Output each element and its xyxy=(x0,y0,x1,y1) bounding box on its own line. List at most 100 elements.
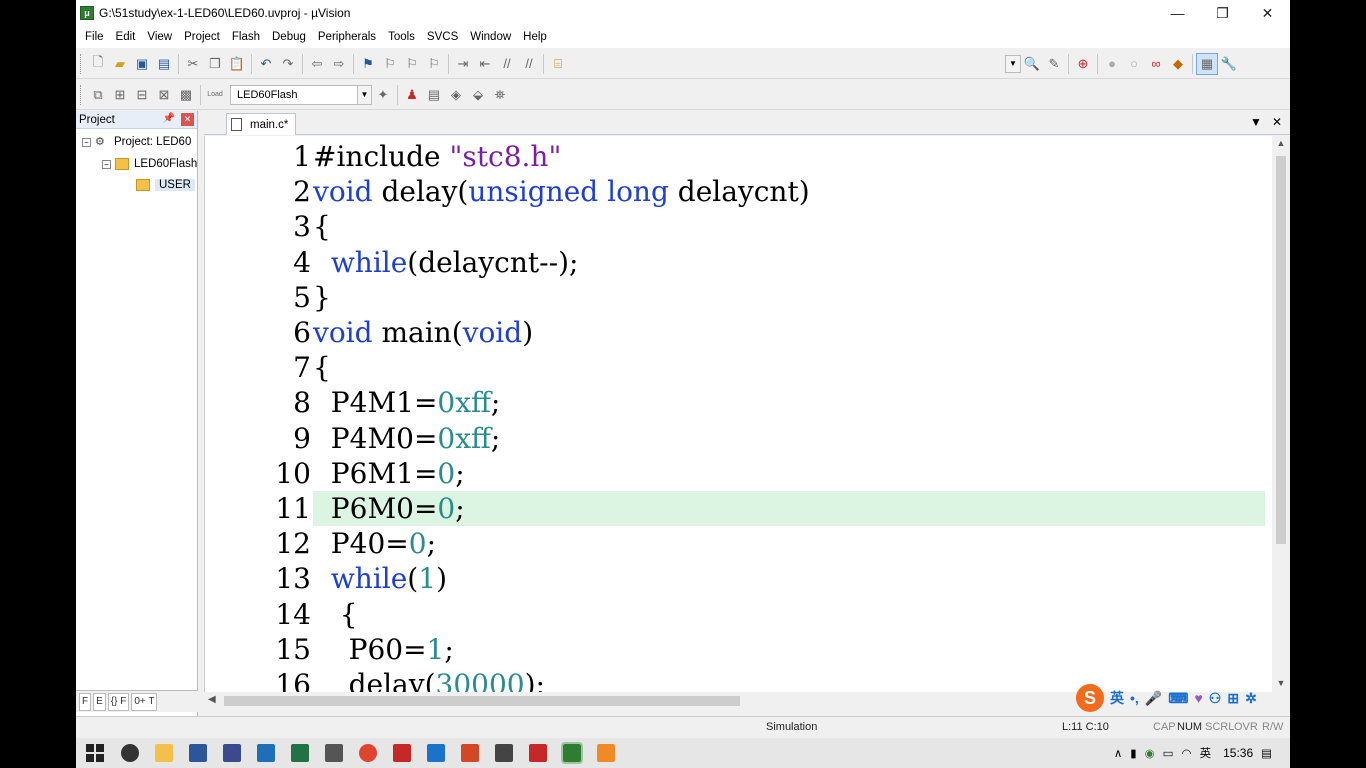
bookmark-prev-icon[interactable]: ⚐ xyxy=(379,53,401,75)
unindent-icon[interactable]: ⇤ xyxy=(474,53,496,75)
chrome-icon[interactable] xyxy=(359,744,377,762)
editor-vscrollbar[interactable]: ▲ ▼ xyxy=(1272,136,1290,692)
download-icon[interactable]: Load xyxy=(204,84,226,106)
nav-forward-icon[interactable]: ⇨ xyxy=(328,53,350,75)
tool-app-icon[interactable] xyxy=(495,744,513,762)
close-tab-icon[interactable]: ✕ xyxy=(1272,115,1282,129)
menu-file[interactable]: File xyxy=(79,31,110,43)
windows-start-icon[interactable] xyxy=(86,744,104,762)
code-text[interactable]: P4M1=0xff; xyxy=(313,385,1265,420)
tray-expand-icon[interactable]: ∧ xyxy=(1114,746,1122,760)
code-text[interactable]: P4M0=0xff; xyxy=(313,421,1265,456)
tab-functions[interactable]: {} F xyxy=(107,692,130,711)
menu-flash[interactable]: Flash xyxy=(226,31,266,43)
file-explorer-icon[interactable] xyxy=(155,744,173,762)
code-text[interactable]: { xyxy=(313,209,1265,244)
network-app-icon[interactable] xyxy=(393,744,411,762)
photos-icon[interactable] xyxy=(427,744,445,762)
code-line[interactable]: 9 P4M0=0xff; xyxy=(205,421,1272,456)
code-line[interactable]: 2 void delay(unsigned long delaycnt) xyxy=(205,174,1272,209)
paste-icon[interactable]: 📋 xyxy=(226,53,248,75)
breakpoint-kill-all-icon[interactable]: ◆ xyxy=(1167,53,1189,75)
find-in-files-icon[interactable]: ⌸ xyxy=(547,53,569,75)
nav-back-icon[interactable]: ⇦ xyxy=(306,53,328,75)
tab-main-c[interactable]: main.c* xyxy=(226,113,296,135)
breakpoint-disable-all-icon[interactable]: ∞ xyxy=(1145,53,1167,75)
menu-view[interactable]: View xyxy=(141,31,178,43)
code-text[interactable]: void delay(unsigned long delaycnt) xyxy=(313,174,1265,209)
open-folder-icon[interactable]: ▰ xyxy=(109,53,131,75)
save-all-icon[interactable]: ▤ xyxy=(153,53,175,75)
file-extensions-icon[interactable]: ♟ xyxy=(401,84,423,106)
code-text[interactable]: { xyxy=(313,350,1265,385)
restore-button[interactable]: ❐ xyxy=(1200,0,1245,26)
code-line[interactable]: 5} xyxy=(205,280,1272,315)
breakpoint-disable-icon[interactable]: ○ xyxy=(1123,53,1145,75)
toolbar-grip[interactable] xyxy=(80,84,83,105)
ime-language[interactable]: 英 xyxy=(1110,688,1124,708)
battery-icon[interactable]: ▭ xyxy=(1163,746,1174,760)
hscroll-thumb[interactable] xyxy=(224,696,740,706)
media-app-icon[interactable] xyxy=(597,744,615,762)
code-line[interactable]: 12 P40=0; xyxy=(205,526,1272,561)
menu-tools[interactable]: Tools xyxy=(382,31,421,43)
toolbar-grip[interactable] xyxy=(80,53,83,74)
menu-window[interactable]: Window xyxy=(464,31,517,43)
excel-icon[interactable] xyxy=(291,744,309,762)
code-line[interactable]: 1 #include "stc8.h" xyxy=(205,139,1272,174)
menu-help[interactable]: Help xyxy=(517,31,553,43)
serial-app-icon[interactable] xyxy=(529,744,547,762)
menu-peripherals[interactable]: Peripherals xyxy=(312,31,382,43)
pack-installer-icon[interactable]: ⛯ xyxy=(489,84,511,106)
target-select[interactable]: LED60Flash ▼ xyxy=(230,84,372,105)
code-line[interactable]: 7{ xyxy=(205,350,1272,385)
code-line[interactable]: 13 while(1) xyxy=(205,561,1272,596)
collapse-icon[interactable]: − xyxy=(102,159,111,169)
pin-icon[interactable]: 📌 xyxy=(163,113,175,124)
code-text[interactable]: P6M1=0; xyxy=(313,456,1265,491)
tab-list-icon[interactable]: ▼ xyxy=(1250,115,1262,129)
sogou-taskbar-icon[interactable] xyxy=(121,744,139,762)
manage-components-icon[interactable]: ▤ xyxy=(423,84,445,106)
configure-icon[interactable]: 🔧 xyxy=(1218,53,1240,75)
close-button[interactable]: ✕ xyxy=(1245,0,1290,26)
notifications-icon[interactable]: ▤ xyxy=(1261,746,1272,760)
bookmark-toggle-icon[interactable]: ⚑ xyxy=(357,53,379,75)
scroll-up-icon[interactable]: ▲ xyxy=(1275,138,1287,150)
ime-punctuation[interactable]: •, xyxy=(1130,690,1139,706)
usb-icon[interactable]: ▮ xyxy=(1130,746,1136,760)
find-icon[interactable]: 🔍 xyxy=(1021,53,1043,75)
code-line[interactable]: 6 void main(void) xyxy=(205,315,1272,350)
microphone-icon[interactable]: 🎤 xyxy=(1145,690,1162,707)
breakpoint-insert-icon[interactable]: ● xyxy=(1101,53,1123,75)
tab-books[interactable]: E xyxy=(93,692,106,711)
menu-project[interactable]: Project xyxy=(178,31,226,43)
toolbox-icon[interactable]: ⚇ xyxy=(1209,690,1222,707)
batch-build-icon[interactable]: ⊠ xyxy=(153,84,175,106)
menu-edit[interactable]: Edit xyxy=(110,31,142,43)
word-icon[interactable] xyxy=(189,744,207,762)
powerpoint-icon[interactable] xyxy=(461,744,479,762)
uvision-taskbar-icon[interactable] xyxy=(561,742,583,764)
code-text[interactable]: { xyxy=(313,597,1265,632)
code-line[interactable]: 15 P60=1; xyxy=(205,632,1272,667)
new-file-icon[interactable]: 🗋 xyxy=(87,53,109,75)
tab-templates[interactable]: 0+ T xyxy=(131,692,158,711)
uncomment-icon[interactable]: // xyxy=(518,53,540,75)
document-app-icon[interactable] xyxy=(223,744,241,762)
build-icon[interactable]: ⊞ xyxy=(109,84,131,106)
code-line[interactable]: 3{ xyxy=(205,209,1272,244)
grid-icon[interactable]: ⊞ xyxy=(1227,690,1239,707)
tab-project[interactable]: F xyxy=(79,692,92,711)
copy-icon[interactable]: ❐ xyxy=(204,53,226,75)
taskbar-clock[interactable]: 15:36 xyxy=(1223,746,1253,760)
menu-debug[interactable]: Debug xyxy=(266,31,312,43)
indent-icon[interactable]: ⇥ xyxy=(452,53,474,75)
close-icon[interactable]: ✕ xyxy=(181,113,194,126)
code-text[interactable]: P6M0=0; xyxy=(313,491,1265,526)
tree-target[interactable]: − LED60Flash xyxy=(102,155,197,173)
code-editor[interactable]: 1 #include "stc8.h" 2 void delay(unsigned l… xyxy=(204,136,1272,692)
undo-icon[interactable]: ↶ xyxy=(255,53,277,75)
collapse-icon[interactable]: − xyxy=(82,137,91,147)
comment-icon[interactable]: // xyxy=(496,53,518,75)
